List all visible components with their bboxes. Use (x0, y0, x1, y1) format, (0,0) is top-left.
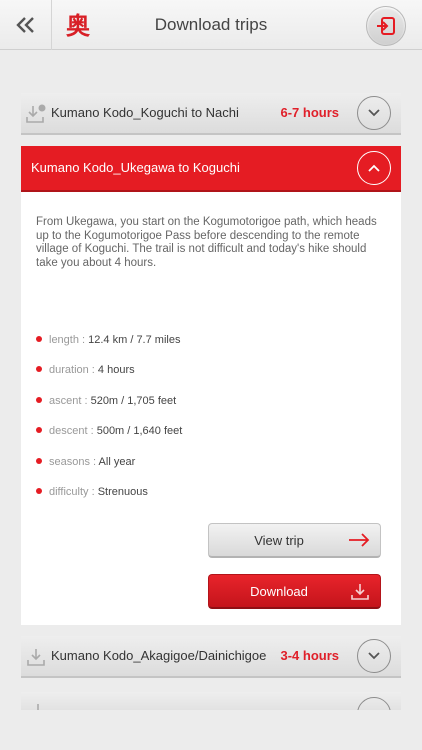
detail-value: 500m / 1,640 feet (96, 425, 183, 437)
bullet-icon (36, 427, 42, 434)
exit-button[interactable] (366, 6, 406, 46)
expand-button[interactable] (357, 96, 391, 130)
trip-hours: 6-7 hours (280, 105, 339, 120)
bottom-area (0, 710, 422, 750)
detail-duration: duration : 4 hours (36, 364, 135, 376)
detail-key: descent : (49, 425, 97, 437)
detail-key: difficulty : (49, 486, 98, 498)
collapse-button[interactable] (357, 151, 391, 185)
detail-ascent: ascent : 520m / 1,705 feet (36, 395, 176, 407)
detail-key: duration : (49, 364, 98, 376)
expand-button[interactable] (357, 697, 391, 710)
exit-icon (377, 17, 395, 35)
expanded-trip-name: Kumano Kodo_Ukegawa to Koguchi (31, 160, 240, 175)
detail-key: ascent : (49, 395, 91, 407)
detail-length: length : 12.4 km / 7.7 miles (36, 334, 180, 346)
detail-value: All year (98, 456, 136, 468)
detail-value: Strenuous (97, 486, 148, 498)
trip-name: Kumano Kodo_Akagigoe/Dainichigoe (51, 648, 267, 663)
detail-descent: descent : 500m / 1,640 feet (36, 425, 182, 437)
expanded-trip-header[interactable]: Kumano Kodo_Ukegawa to Koguchi (21, 146, 401, 192)
trip-description: From Ukegawa, you start on the Kogumotor… (36, 216, 377, 269)
double-chevron-left-icon (15, 17, 34, 33)
detail-value: 520m / 1,705 feet (90, 395, 177, 407)
trip-details-panel: From Ukegawa, you start on the Kogumotor… (21, 192, 401, 625)
chevron-up-icon (368, 164, 380, 172)
download-icon (27, 649, 45, 666)
bullet-icon (36, 366, 42, 373)
detail-value: 12.4 km / 7.7 miles (88, 334, 181, 346)
arrow-right-icon (349, 533, 370, 547)
detail-value: 4 hours (97, 364, 135, 376)
download-label: Download (250, 584, 308, 599)
trip-name: Kumano Kodo_Koguchi to Nachi (51, 105, 239, 120)
trip-hours: 3-4 hours (280, 648, 339, 663)
detail-key: seasons : (49, 456, 99, 468)
view-trip-button[interactable]: View trip (208, 523, 381, 558)
chevron-down-icon (368, 109, 380, 117)
bullet-icon (36, 458, 42, 465)
logo-glyph: 奥 (66, 11, 91, 40)
bullet-icon (36, 488, 42, 495)
detail-difficulty: difficulty : Strenuous (36, 486, 148, 498)
bullet-icon (36, 397, 42, 404)
chevron-down-icon (368, 652, 380, 660)
bullet-icon (36, 336, 42, 343)
trip-row-partial[interactable] (21, 692, 401, 710)
trip-row[interactable]: Kumano Kodo_Koguchi to Nachi 6-7 hours (21, 93, 401, 135)
download-icon (351, 584, 369, 600)
view-trip-label: View trip (254, 533, 304, 548)
back-button[interactable] (0, 0, 52, 50)
detail-seasons: seasons : All year (36, 456, 135, 468)
expand-button[interactable] (357, 639, 391, 673)
top-bar: 奥 Download trips (0, 0, 422, 50)
download-button[interactable]: Download (208, 574, 381, 609)
detail-key: length : (49, 334, 89, 346)
logo: 奥 (66, 11, 91, 40)
downloaded-icon (26, 104, 46, 123)
trip-row[interactable]: Kumano Kodo_Akagigoe/Dainichigoe 3-4 hou… (21, 636, 401, 678)
